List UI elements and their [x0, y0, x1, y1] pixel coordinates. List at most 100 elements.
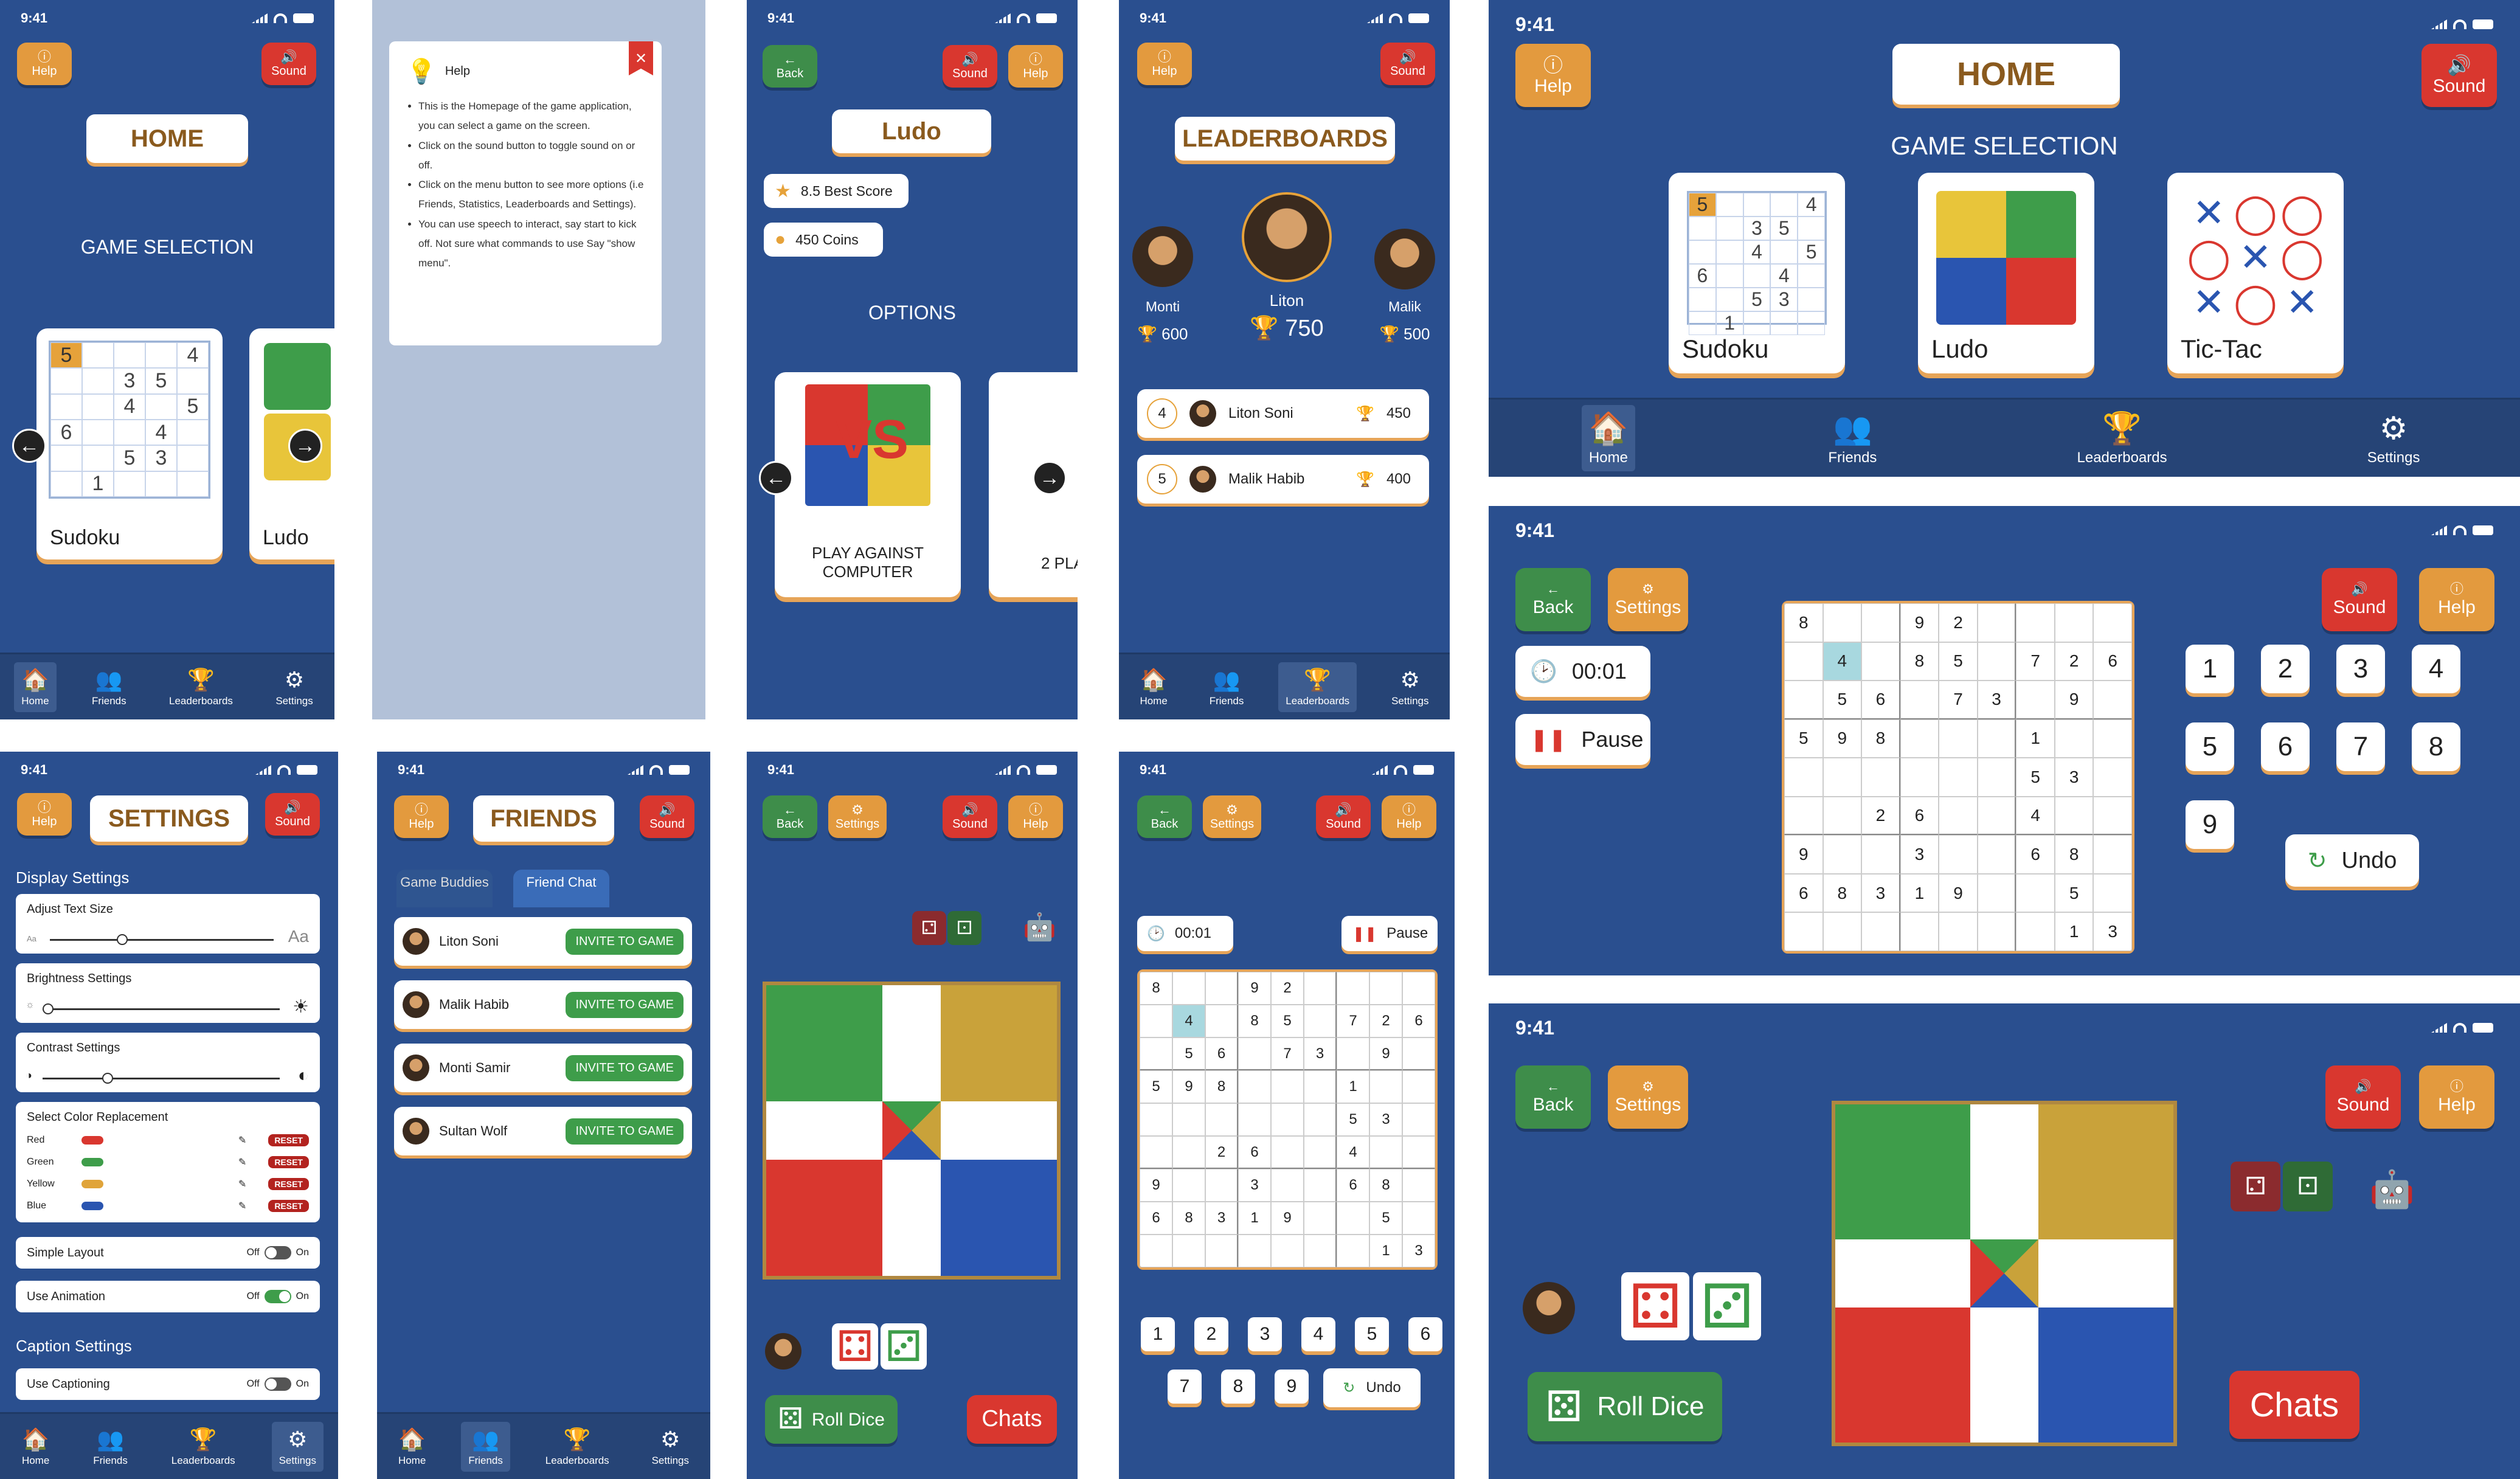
sudoku-cell[interactable]	[1939, 719, 1978, 758]
sudoku-cell[interactable]	[1861, 603, 1900, 642]
sudoku-cell[interactable]: 8	[1140, 972, 1172, 1005]
number-key[interactable]: 8	[2412, 722, 2460, 771]
sudoku-cell[interactable]	[1304, 972, 1337, 1005]
sudoku-cell[interactable]	[1977, 603, 2016, 642]
sudoku-cell[interactable]: 1	[1369, 1235, 1402, 1267]
sudoku-cell[interactable]: 8	[2054, 835, 2094, 874]
sudoku-cell[interactable]: 5	[1822, 681, 1862, 719]
nav-leaderboards[interactable]: 🏆 Leaderboards	[1278, 662, 1357, 712]
sudoku-cell[interactable]	[1784, 681, 1823, 719]
sudoku-cell[interactable]: 2	[1369, 1005, 1402, 1037]
sudoku-cell[interactable]	[1822, 796, 1862, 836]
sudoku-cell[interactable]: 6	[1205, 1037, 1238, 1070]
sudoku-cell[interactable]: 7	[1337, 1005, 1369, 1037]
sudoku-cell[interactable]	[2093, 603, 2132, 642]
number-key[interactable]: 7	[1168, 1370, 1202, 1404]
sound-button[interactable]: 🔊 Sound	[261, 43, 316, 85]
sound-button[interactable]: 🔊 Sound	[2325, 1065, 2401, 1129]
sudoku-cell[interactable]	[1205, 1103, 1238, 1136]
number-key[interactable]: 6	[1408, 1317, 1442, 1351]
sudoku-cell[interactable]	[2093, 758, 2132, 797]
sudoku-cell[interactable]	[1822, 603, 1862, 642]
sudoku-cell[interactable]: 2	[1861, 796, 1900, 836]
sudoku-cell[interactable]: 3	[2054, 758, 2094, 797]
sudoku-cell[interactable]	[2093, 835, 2132, 874]
sudoku-cell[interactable]: 6	[2093, 642, 2132, 681]
roll-dice-button[interactable]: ⚄ Roll Dice	[1528, 1372, 1722, 1441]
sudoku-cell[interactable]: 4	[1822, 642, 1862, 681]
sound-button[interactable]: 🔊 Sound	[265, 793, 320, 836]
sudoku-cell[interactable]: 9	[1369, 1037, 1402, 1070]
sudoku-cell[interactable]	[1304, 1103, 1337, 1136]
sudoku-cell[interactable]	[1977, 642, 2016, 681]
number-key[interactable]: 2	[1194, 1317, 1228, 1351]
sound-button[interactable]: 🔊 Sound	[943, 795, 997, 838]
sudoku-cell[interactable]: 8	[1900, 642, 1939, 681]
sound-button[interactable]: 🔊 Sound	[640, 795, 694, 838]
nav-home[interactable]: 🏠 Home	[1132, 662, 1174, 712]
reset-button[interactable]: RESET	[268, 1200, 309, 1212]
nav-friends[interactable]: 👥 Friends	[1202, 662, 1251, 712]
sudoku-cell[interactable]	[1238, 1103, 1271, 1136]
slider-handle[interactable]	[102, 1073, 113, 1084]
sudoku-cell[interactable]	[1977, 719, 2016, 758]
sudoku-cell[interactable]	[1822, 835, 1862, 874]
sudoku-cell[interactable]: 8	[1205, 1070, 1238, 1103]
sudoku-cell[interactable]: 2	[2054, 642, 2094, 681]
sudoku-cell[interactable]: 6	[1337, 1169, 1369, 1202]
sudoku-cell[interactable]: 2	[1271, 972, 1304, 1005]
sudoku-cell[interactable]	[1337, 1037, 1369, 1070]
sudoku-cell[interactable]: 1	[1337, 1070, 1369, 1103]
text-size-slider[interactable]	[50, 934, 274, 945]
sudoku-cell[interactable]	[1402, 1103, 1435, 1136]
sudoku-cell[interactable]	[1977, 912, 2016, 951]
sudoku-cell[interactable]	[1205, 972, 1238, 1005]
number-key[interactable]: 6	[2261, 722, 2310, 771]
sudoku-cell[interactable]	[1369, 1070, 1402, 1103]
sudoku-cell[interactable]	[1939, 758, 1978, 797]
sudoku-cell[interactable]	[1304, 1070, 1337, 1103]
sudoku-cell[interactable]	[1402, 1169, 1435, 1202]
back-button[interactable]: ← Back	[1515, 568, 1591, 631]
sudoku-cell[interactable]: 5	[1172, 1037, 1205, 1070]
sudoku-cell[interactable]: 5	[2016, 758, 2055, 797]
sudoku-cell[interactable]	[1172, 1103, 1205, 1136]
sudoku-cell[interactable]: 5	[1140, 1070, 1172, 1103]
sudoku-cell[interactable]	[2016, 912, 2055, 951]
sudoku-cell[interactable]: 4	[1172, 1005, 1205, 1037]
pencil-icon[interactable]: ✎	[238, 1156, 246, 1168]
pencil-icon[interactable]: ✎	[238, 1200, 246, 1212]
sudoku-cell[interactable]: 7	[1939, 681, 1978, 719]
sudoku-cell[interactable]: 8	[1172, 1202, 1205, 1235]
sudoku-cell[interactable]	[1304, 1005, 1337, 1037]
sudoku-cell[interactable]: 1	[2054, 912, 2094, 951]
captioning-toggle[interactable]	[264, 1377, 291, 1391]
sudoku-cell[interactable]: 5	[1271, 1005, 1304, 1037]
sudoku-cell[interactable]: 9	[1238, 972, 1271, 1005]
back-button[interactable]: ← Back	[763, 795, 817, 838]
sudoku-cell[interactable]: 2	[1939, 603, 1978, 642]
sudoku-cell[interactable]	[1977, 796, 2016, 836]
sudoku-cell[interactable]: 5	[2054, 873, 2094, 913]
sudoku-cell[interactable]	[1172, 1136, 1205, 1169]
sudoku-cell[interactable]	[1337, 972, 1369, 1005]
sudoku-cell[interactable]	[1900, 758, 1939, 797]
settings-button[interactable]: ⚙ Settings	[1608, 1065, 1688, 1129]
sudoku-cell[interactable]	[1822, 758, 1862, 797]
sudoku-cell[interactable]	[1140, 1103, 1172, 1136]
option-card-vs-computer[interactable]: VS PLAY AGAINST COMPUTER	[775, 372, 961, 597]
sudoku-cell[interactable]	[1939, 835, 1978, 874]
nav-friends[interactable]: 👥 Friends	[461, 1421, 510, 1472]
invite-button[interactable]: INVITE TO GAME	[566, 991, 684, 1018]
nav-friends[interactable]: 👥 Friends	[1821, 405, 1884, 471]
sudoku-cell[interactable]: 8	[1784, 603, 1823, 642]
sudoku-cell[interactable]: 3	[1304, 1037, 1337, 1070]
sudoku-cell[interactable]	[1402, 1037, 1435, 1070]
nav-friends[interactable]: 👥 Friends	[86, 1422, 135, 1472]
sudoku-cell[interactable]	[1822, 912, 1862, 951]
number-key[interactable]: 2	[2261, 645, 2310, 693]
nav-settings[interactable]: ⚙ Settings	[271, 1421, 324, 1472]
sudoku-cell[interactable]	[1977, 873, 2016, 913]
sudoku-cell[interactable]	[2016, 681, 2055, 719]
sudoku-cell[interactable]: 6	[1238, 1136, 1271, 1169]
